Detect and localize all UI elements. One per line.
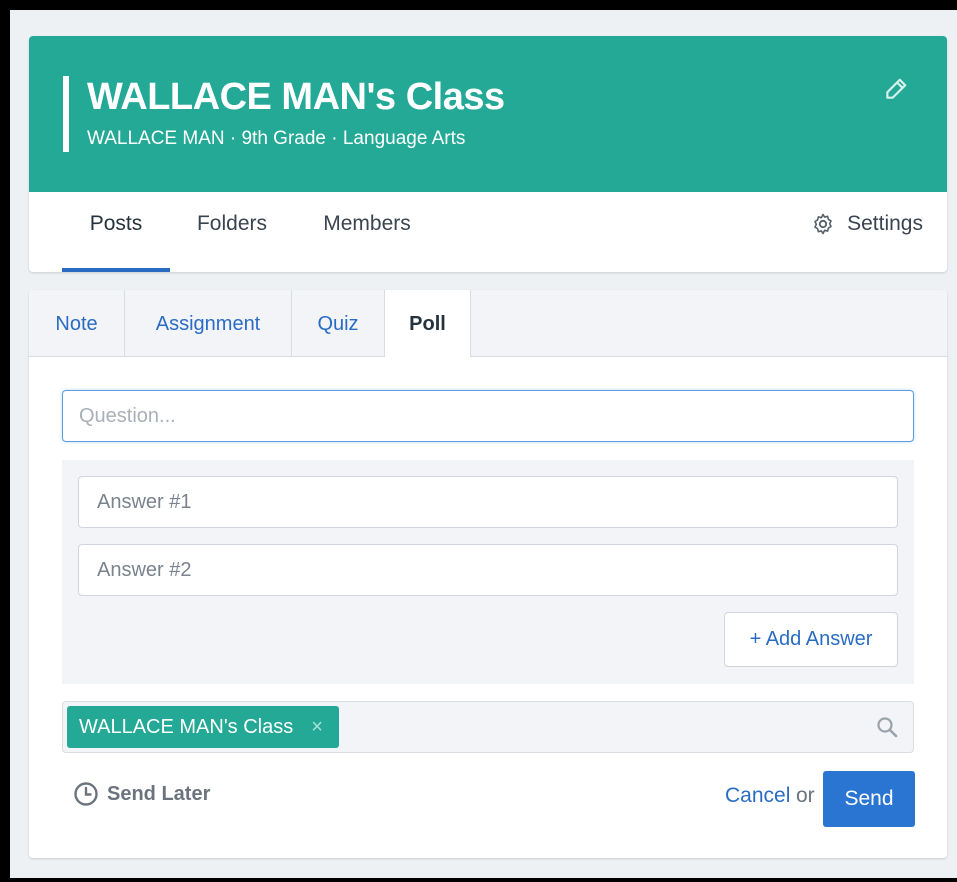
recipient-chip: WALLACE MAN's Class × xyxy=(67,706,339,748)
answer-2-input[interactable] xyxy=(78,544,898,596)
or-text: or xyxy=(796,784,815,807)
class-header-card: WALLACE MAN's Class WALLACE MAN · 9th Gr… xyxy=(29,36,947,272)
send-later-button[interactable]: Send Later xyxy=(73,781,210,807)
class-banner: WALLACE MAN's Class WALLACE MAN · 9th Gr… xyxy=(29,36,947,192)
pencil-icon[interactable] xyxy=(883,76,909,102)
search-icon[interactable] xyxy=(875,715,899,739)
post-composer: Note Assignment Quiz Poll + Add Answer W… xyxy=(29,290,947,858)
recipient-chip-label: WALLACE MAN's Class xyxy=(79,715,294,738)
tab-posts[interactable]: Posts xyxy=(62,192,170,272)
app-frame: WALLACE MAN's Class WALLACE MAN · 9th Gr… xyxy=(10,10,957,878)
cancel-link[interactable]: Cancel xyxy=(725,784,790,808)
send-later-label: Send Later xyxy=(107,782,211,805)
settings-link[interactable]: Settings xyxy=(811,192,923,256)
poll-question-input[interactable] xyxy=(62,390,914,442)
answers-panel: + Add Answer xyxy=(62,460,914,684)
settings-label: Settings xyxy=(847,212,923,235)
tab-members[interactable]: Members xyxy=(307,192,427,272)
class-nav: Posts Folders Members Settings xyxy=(29,192,947,272)
tab-folders[interactable]: Folders xyxy=(182,192,282,272)
recipients-field[interactable]: WALLACE MAN's Class × xyxy=(62,701,914,753)
tab-quiz[interactable]: Quiz xyxy=(292,290,385,356)
banner-accent-bar xyxy=(63,76,69,152)
tab-assignment[interactable]: Assignment xyxy=(125,290,292,356)
tab-poll[interactable]: Poll xyxy=(384,290,471,357)
tab-note[interactable]: Note xyxy=(29,290,125,356)
send-button[interactable]: Send xyxy=(823,771,915,827)
add-answer-button[interactable]: + Add Answer xyxy=(724,612,898,667)
gear-icon xyxy=(814,213,832,235)
class-subtitle: WALLACE MAN · 9th Grade · Language Arts xyxy=(87,128,466,149)
post-type-tabs: Note Assignment Quiz Poll xyxy=(29,290,947,357)
class-title: WALLACE MAN's Class xyxy=(87,76,505,118)
remove-recipient-icon[interactable]: × xyxy=(307,716,327,739)
clock-icon xyxy=(74,782,98,806)
answer-1-input[interactable] xyxy=(78,476,898,528)
